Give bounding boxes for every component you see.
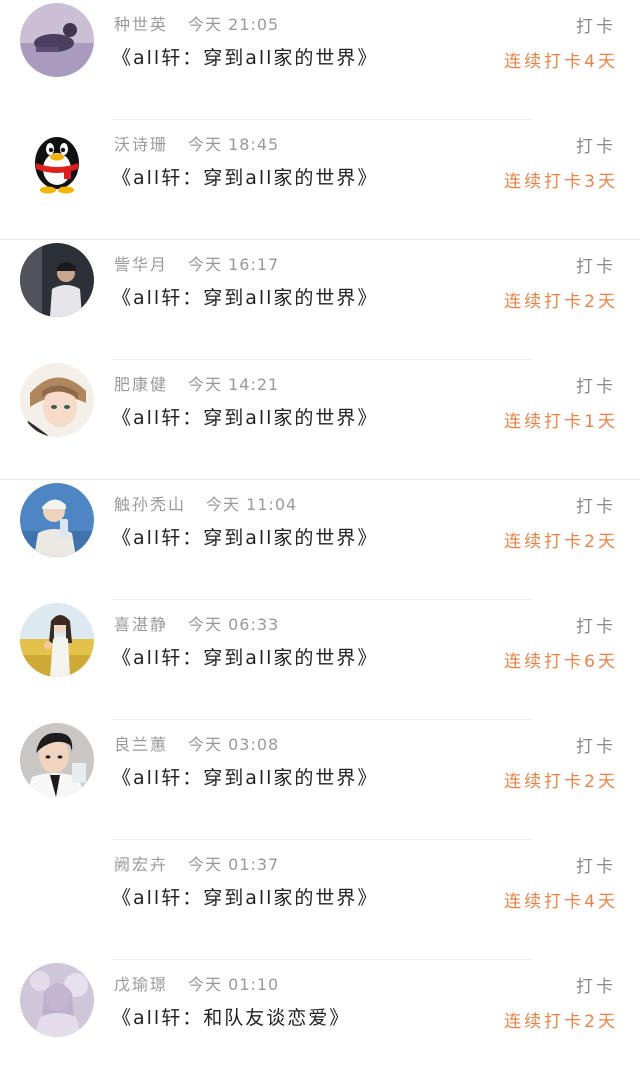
- list-item[interactable]: 触孙秃山 今天 11:04 《all轩：穿到all家的世界》 打卡 连续打卡2天: [0, 480, 640, 600]
- purple-photo-avatar-icon[interactable]: [20, 3, 94, 77]
- checkin-label: 打卡: [576, 137, 616, 157]
- book-title[interactable]: 《all轩：和队友谈恋爱》: [112, 1003, 350, 1030]
- checkin-time: 今天 21:05: [188, 15, 280, 34]
- book-title[interactable]: 《all轩：穿到all家的世界》: [112, 763, 378, 790]
- checkin-meta: 戊瑜璟 今天 01:10: [114, 971, 279, 995]
- user-name[interactable]: 良兰蕙: [114, 735, 168, 754]
- streak-count: 连续打卡4天: [504, 52, 618, 72]
- list-item[interactable]: 戊瑜璟 今天 01:10 《all轩：和队友谈恋爱》 打卡 连续打卡2天: [0, 960, 640, 1080]
- checkin-label: 打卡: [576, 17, 616, 37]
- boy-portrait-avatar-icon[interactable]: [20, 723, 94, 797]
- checkin-meta: 喜湛静 今天 06:33: [114, 611, 279, 635]
- checkin-label: 打卡: [576, 737, 616, 757]
- user-name[interactable]: 訾华月: [114, 255, 168, 274]
- list-item[interactable]: 良兰蕙 今天 03:08 《all轩：穿到all家的世界》 打卡 连续打卡2天: [0, 720, 640, 840]
- user-name[interactable]: 戊瑜璟: [114, 975, 168, 994]
- streak-count: 连续打卡4天: [504, 892, 618, 912]
- book-title[interactable]: 《all轩：穿到all家的世界》: [112, 163, 378, 190]
- checkin-meta: 触孙秃山 今天 11:04: [114, 491, 297, 515]
- streak-count: 连续打卡2天: [504, 532, 618, 552]
- book-title[interactable]: 《all轩：穿到all家的世界》: [112, 523, 378, 550]
- list-item[interactable]: 沃诗珊 今天 18:45 《all轩：穿到all家的世界》 打卡 连续打卡3天: [0, 120, 640, 240]
- qq-penguin-avatar-icon[interactable]: [20, 123, 94, 197]
- user-name[interactable]: 喜湛静: [114, 615, 168, 634]
- checkin-label: 打卡: [576, 377, 616, 397]
- streak-count: 连续打卡6天: [504, 652, 618, 672]
- book-title[interactable]: 《all轩：穿到all家的世界》: [112, 643, 378, 670]
- checkin-time: 今天 03:08: [188, 735, 280, 754]
- dark-photo-avatar-icon[interactable]: [20, 243, 94, 317]
- blue-photo-avatar-icon[interactable]: [20, 483, 94, 557]
- user-name[interactable]: 阙宏卉: [114, 855, 168, 874]
- checkin-label: 打卡: [576, 857, 616, 877]
- streak-count: 连续打卡2天: [504, 772, 618, 792]
- checkin-time: 今天 01:10: [188, 975, 280, 994]
- checkin-meta: 沃诗珊 今天 18:45: [114, 131, 279, 155]
- checkin-meta: 种世英 今天 21:05: [114, 11, 279, 35]
- list-item[interactable]: 訾华月 今天 16:17 《all轩：穿到all家的世界》 打卡 连续打卡2天: [0, 240, 640, 360]
- checkin-time: 今天 06:33: [188, 615, 280, 634]
- checkin-time: 今天 16:17: [188, 255, 280, 274]
- checkin-time: 今天 11:04: [206, 495, 298, 514]
- list-item[interactable]: 种世英 今天 21:05 《all轩：穿到all家的世界》 打卡 连续打卡4天: [0, 0, 640, 120]
- checkin-meta: 肥康健 今天 14:21: [114, 371, 279, 395]
- checkin-time: 今天 18:45: [188, 135, 280, 154]
- book-title[interactable]: 《all轩：穿到all家的世界》: [112, 883, 378, 910]
- checkin-list: 种世英 今天 21:05 《all轩：穿到all家的世界》 打卡 连续打卡4天: [0, 0, 640, 1053]
- user-name[interactable]: 种世英: [114, 15, 168, 34]
- checkin-label: 打卡: [576, 617, 616, 637]
- book-title[interactable]: 《all轩：穿到all家的世界》: [112, 283, 378, 310]
- streak-count: 连续打卡2天: [504, 1012, 618, 1032]
- checkin-meta: 良兰蕙 今天 03:08: [114, 731, 279, 755]
- streak-count: 连续打卡1天: [504, 412, 618, 432]
- book-title[interactable]: 《all轩：穿到all家的世界》: [112, 403, 378, 430]
- list-item[interactable]: 肥康健 今天 14:21 《all轩：穿到all家的世界》 打卡 连续打卡1天: [0, 360, 640, 480]
- checkin-time: 今天 14:21: [188, 375, 280, 394]
- checkin-meta: 訾华月 今天 16:17: [114, 251, 279, 275]
- field-girl-avatar-icon[interactable]: [20, 603, 94, 677]
- user-name[interactable]: 肥康健: [114, 375, 168, 394]
- streak-count: 连续打卡2天: [504, 292, 618, 312]
- anime-boy-avatar-icon[interactable]: [20, 363, 94, 437]
- user-name[interactable]: 触孙秃山: [114, 495, 186, 514]
- list-item[interactable]: 阙宏卉 今天 01:37 《all轩：穿到all家的世界》 打卡 连续打卡4天: [0, 840, 640, 960]
- checkin-label: 打卡: [576, 257, 616, 277]
- lavender-photo-avatar-icon[interactable]: [20, 963, 94, 1037]
- checkin-label: 打卡: [576, 497, 616, 517]
- user-name[interactable]: 沃诗珊: [114, 135, 168, 154]
- checkin-label: 打卡: [576, 977, 616, 997]
- list-item[interactable]: 喜湛静 今天 06:33 《all轩：穿到all家的世界》 打卡 连续打卡6天: [0, 600, 640, 720]
- checkin-time: 今天 01:37: [188, 855, 280, 874]
- checkin-meta: 阙宏卉 今天 01:37: [114, 851, 279, 875]
- book-title[interactable]: 《all轩：穿到all家的世界》: [112, 43, 378, 70]
- streak-count: 连续打卡3天: [504, 172, 618, 192]
